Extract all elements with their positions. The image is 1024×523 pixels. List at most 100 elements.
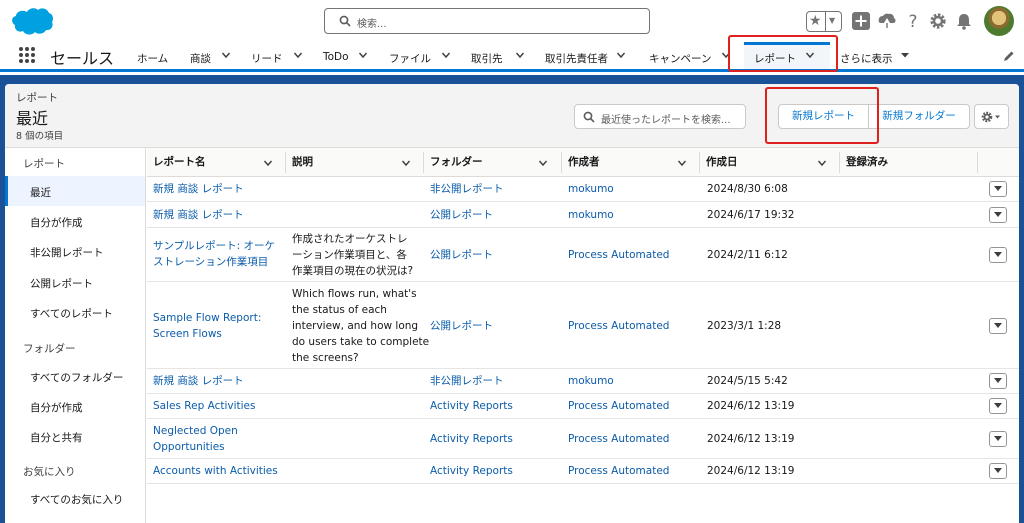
- user-avatar[interactable]: [984, 6, 1014, 36]
- list-settings-button[interactable]: [974, 104, 1009, 129]
- folder-link[interactable]: 公開レポート: [430, 207, 493, 223]
- created-by-link[interactable]: Process Automated: [568, 463, 669, 479]
- trailhead-icon[interactable]: [877, 11, 897, 31]
- caret-down-icon[interactable]: [900, 50, 910, 60]
- report-name-link[interactable]: Accounts with Activities: [153, 463, 278, 479]
- app-launcher-icon[interactable]: [19, 47, 35, 63]
- report-name-line: Screen Flows: [153, 328, 222, 340]
- sidebar-item-recent[interactable]: 最近: [30, 185, 51, 200]
- sidebar-item-private-reports[interactable]: 非公開レポート: [30, 245, 104, 260]
- report-name-line: ストレーション作業項目: [153, 256, 269, 268]
- row-action-menu[interactable]: [989, 373, 1007, 389]
- report-name-link[interactable]: 新規 商談 レポート: [153, 181, 244, 197]
- sidebar-item-shared-with-me[interactable]: 自分と共有: [30, 430, 83, 445]
- created-by-link[interactable]: mokumo: [568, 373, 614, 389]
- sidebar-item-all-favorites[interactable]: すべてのお気に入り: [30, 492, 123, 507]
- nav-tab-leads[interactable]: リード: [251, 51, 283, 66]
- created-date: 2024/6/12 13:19: [707, 465, 795, 477]
- nav-more-menu[interactable]: さらに表示: [840, 51, 893, 66]
- table-row: 新規 商談 レポート 公開レポート mokumo 2024/6/17 19:32: [147, 202, 1019, 228]
- row-action-menu[interactable]: [989, 431, 1007, 447]
- chevron-down-icon[interactable]: [616, 50, 626, 60]
- favorites-button[interactable]: ★ ▼: [806, 11, 842, 32]
- report-name-link[interactable]: 新規 商談 レポート: [153, 207, 244, 223]
- new-folder-button[interactable]: 新規フォルダー: [868, 104, 970, 129]
- global-header: 検索... ★ ▼ ?: [0, 0, 1024, 42]
- created-by-link[interactable]: Process Automated: [568, 318, 669, 334]
- chevron-down-icon[interactable]: [515, 50, 525, 60]
- created-by-link[interactable]: mokumo: [568, 207, 614, 223]
- column-header-subscribed[interactable]: 登録済み: [840, 148, 888, 177]
- edit-nav-pencil-icon[interactable]: [1003, 50, 1015, 62]
- created-by-link[interactable]: Process Automated: [568, 247, 669, 263]
- sidebar-item-all-reports[interactable]: すべてのレポート: [30, 306, 113, 321]
- report-name-line: 新規 商談 レポート: [153, 183, 244, 195]
- row-action-menu[interactable]: [989, 247, 1007, 263]
- row-action-menu[interactable]: [989, 207, 1007, 223]
- app-name: セールス: [50, 49, 115, 68]
- row-action-menu[interactable]: [989, 318, 1007, 334]
- folder-link[interactable]: Activity Reports: [430, 398, 513, 414]
- sidebar-item-created-by-me[interactable]: 自分が作成: [30, 215, 83, 230]
- report-name-link[interactable]: Sales Rep Activities: [153, 398, 255, 414]
- chevron-down-icon[interactable]: [263, 158, 273, 168]
- folder-link[interactable]: 公開レポート: [430, 247, 493, 263]
- nav-tab-files[interactable]: ファイル: [389, 51, 431, 66]
- nav-tab-accounts[interactable]: 取引先: [471, 51, 503, 66]
- report-name-line: Accounts with Activities: [153, 465, 278, 477]
- chevron-down-icon[interactable]: [677, 158, 687, 168]
- created-by-link[interactable]: mokumo: [568, 181, 614, 197]
- report-name-link[interactable]: サンプルレポート: オーケ ストレーション作業項目: [153, 238, 275, 270]
- page-title: 最近: [16, 109, 49, 128]
- column-header-folder[interactable]: フォルダー: [424, 148, 483, 177]
- chevron-down-icon[interactable]: [538, 158, 548, 168]
- sidebar-item-folders-created-by-me[interactable]: 自分が作成: [30, 400, 83, 415]
- row-action-menu[interactable]: [989, 181, 1007, 197]
- nav-tab-contacts[interactable]: 取引先責任者: [545, 51, 608, 66]
- report-name-line: Neglected Open: [153, 425, 238, 437]
- salesforce-logo[interactable]: [8, 6, 54, 38]
- column-header-description[interactable]: 説明: [286, 148, 313, 177]
- table-row: Neglected Open Opportunities Activity Re…: [147, 419, 1019, 459]
- column-header-report-name[interactable]: レポート名: [147, 148, 206, 177]
- folder-link[interactable]: 非公開レポート: [430, 181, 504, 197]
- report-name-link[interactable]: Sample Flow Report: Screen Flows: [153, 310, 261, 342]
- highlight-new-report-button: [765, 87, 879, 144]
- nav-tab-campaigns[interactable]: キャンペーン: [649, 51, 711, 66]
- folder-link[interactable]: 公開レポート: [430, 318, 493, 334]
- folder-link[interactable]: Activity Reports: [430, 431, 513, 447]
- gear-icon[interactable]: [928, 11, 948, 31]
- chevron-down-icon[interactable]: [293, 50, 303, 60]
- column-header-created-by[interactable]: 作成者: [562, 148, 600, 177]
- chevron-down-icon[interactable]: [817, 158, 827, 168]
- created-date: 2024/6/12 13:19: [707, 433, 795, 445]
- help-icon[interactable]: ?: [903, 11, 923, 31]
- created-by-link[interactable]: Process Automated: [568, 431, 669, 447]
- chevron-down-icon[interactable]: [221, 50, 231, 60]
- folder-link[interactable]: 非公開レポート: [430, 373, 504, 389]
- report-search-input[interactable]: 最近使ったレポートを検索...: [574, 104, 746, 129]
- chevron-down-icon[interactable]: [358, 50, 368, 60]
- report-name-link[interactable]: Neglected Open Opportunities: [153, 423, 238, 455]
- report-name-link[interactable]: 新規 商談 レポート: [153, 373, 244, 389]
- created-date: 2024/2/11 6:12: [707, 249, 788, 261]
- global-search-input[interactable]: 検索...: [324, 8, 650, 34]
- nav-tab-todo[interactable]: ToDo: [323, 51, 349, 63]
- created-date: 2024/6/17 19:32: [707, 209, 795, 221]
- table-row: Accounts with Activities Activity Report…: [147, 459, 1019, 484]
- nav-tab-opportunities[interactable]: 商談: [190, 51, 211, 66]
- row-action-menu[interactable]: [989, 398, 1007, 414]
- row-action-menu[interactable]: [989, 463, 1007, 479]
- created-by-link[interactable]: Process Automated: [568, 398, 669, 414]
- nav-tab-home[interactable]: ホーム: [137, 51, 168, 66]
- global-create-icon[interactable]: [851, 11, 871, 31]
- sidebar-item-all-folders[interactable]: すべてのフォルダー: [30, 370, 123, 385]
- app-navigation-bar: セールス ホーム 商談 リード ToDo ファイル 取引先 取引先責任者 キャン…: [0, 42, 1024, 72]
- folder-link[interactable]: Activity Reports: [430, 463, 513, 479]
- sidebar-item-public-reports[interactable]: 公開レポート: [30, 276, 93, 291]
- chevron-down-icon[interactable]: [401, 158, 411, 168]
- chevron-down-icon[interactable]: ▼: [829, 16, 835, 25]
- chevron-down-icon[interactable]: [441, 50, 451, 60]
- column-header-created-date[interactable]: 作成日: [700, 148, 738, 177]
- notifications-bell-icon[interactable]: [954, 11, 974, 31]
